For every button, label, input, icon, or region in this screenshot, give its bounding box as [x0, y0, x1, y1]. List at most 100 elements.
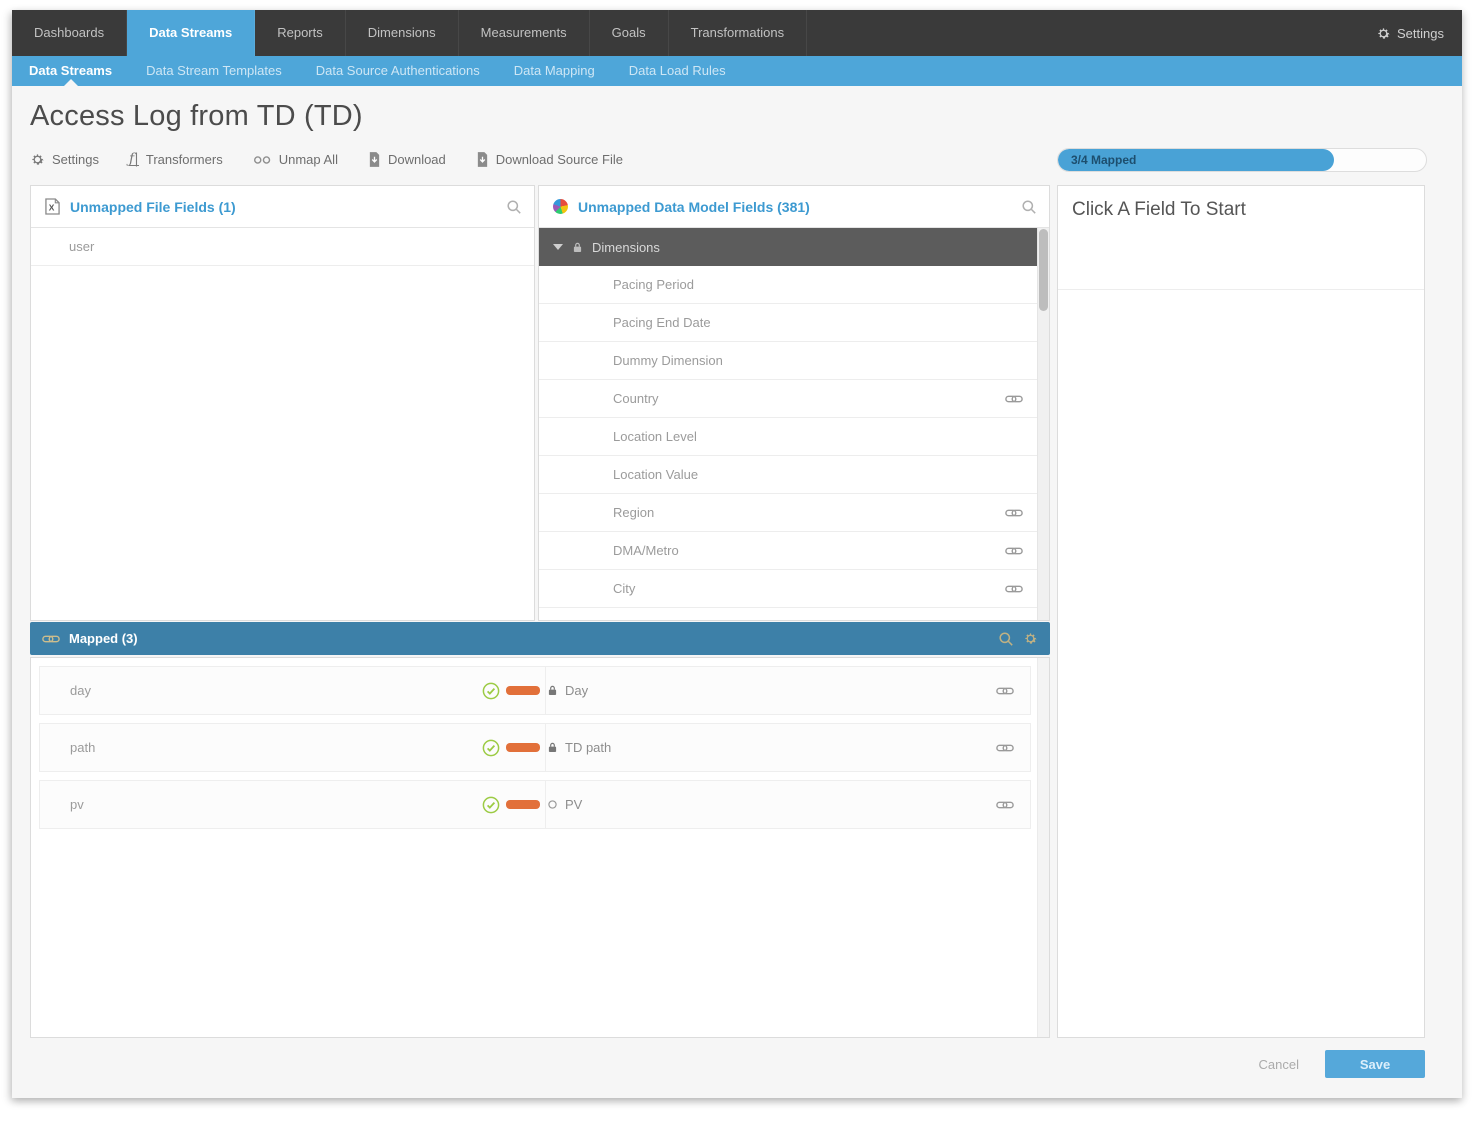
mapped-model-field: PV [565, 797, 582, 812]
inspector-title: Click A Field To Start [1058, 186, 1424, 290]
toolbar: Settings ƒ| Transformers Unmap All Downl… [30, 152, 623, 167]
active-subnav-caret [64, 79, 78, 86]
gear-icon[interactable] [1023, 631, 1038, 646]
subnav-data-source-authentications[interactable]: Data Source Authentications [299, 56, 497, 86]
model-field-row[interactable]: Pacing End Date [539, 304, 1037, 342]
mapping-connector [506, 686, 540, 695]
mapping-progress-bar: 3/4 Mapped [1057, 148, 1427, 172]
mapped-model-field: Day [565, 683, 588, 698]
model-panel-header: Unmapped Data Model Fields (381) [539, 186, 1049, 228]
mapping-connector [506, 743, 540, 752]
measurement-icon [548, 799, 557, 810]
lock-icon [548, 742, 557, 753]
collapse-triangle-icon [553, 244, 563, 250]
unmap-all-button[interactable]: Unmap All [253, 152, 338, 167]
gear-icon [30, 152, 45, 167]
check-circle-icon [482, 796, 500, 814]
link-icon[interactable] [996, 686, 1014, 696]
mapped-file-field: day [70, 683, 91, 698]
page-title: Access Log from TD (TD) [30, 100, 363, 133]
link-icon[interactable] [996, 800, 1014, 810]
link-icon[interactable] [1005, 584, 1023, 594]
mapped-section-header[interactable]: Mapped (3) [30, 622, 1050, 655]
row-divider [545, 781, 546, 828]
data-model-icon [553, 199, 568, 214]
mapped-list-scrollbar[interactable] [1037, 658, 1049, 1037]
field-inspector-panel: Click A Field To Start [1057, 185, 1425, 1038]
footer-actions: Cancel Save [1259, 1050, 1425, 1078]
search-icon[interactable] [998, 631, 1014, 647]
mapped-model-field: TD path [565, 740, 611, 755]
check-circle-icon [482, 682, 500, 700]
sub-nav: Data Streams Data Stream Templates Data … [12, 56, 1462, 86]
link-icon [42, 634, 60, 644]
search-icon[interactable] [1021, 199, 1037, 215]
model-field-row[interactable]: Pacing Period [539, 266, 1037, 304]
model-field-row[interactable]: Region [539, 494, 1037, 532]
download-icon [476, 152, 489, 167]
mapped-section-title: Mapped (3) [69, 631, 138, 646]
tab-dashboards[interactable]: Dashboards [12, 10, 127, 56]
settings-menu-label: Settings [1397, 26, 1444, 41]
tab-goals[interactable]: Goals [590, 10, 669, 56]
cancel-button[interactable]: Cancel [1259, 1057, 1299, 1072]
link-icon[interactable] [996, 743, 1014, 753]
model-field-row[interactable]: Location Level [539, 418, 1037, 456]
dimensions-group-header[interactable]: Dimensions [539, 228, 1037, 266]
mapping-progress-fill: 3/4 Mapped [1058, 149, 1334, 171]
tab-transformations[interactable]: Transformations [669, 10, 807, 56]
row-divider [545, 667, 546, 714]
scrollbar-thumb[interactable] [1039, 229, 1048, 311]
settings-menu-button[interactable]: Settings [1358, 10, 1462, 56]
subnav-data-stream-templates[interactable]: Data Stream Templates [129, 56, 299, 86]
mapped-file-field: pv [70, 797, 84, 812]
link-icon[interactable] [1005, 508, 1023, 518]
unmapped-file-fields-panel: X Unmapped File Fields (1) user [30, 185, 535, 621]
file-panel-title: Unmapped File Fields (1) [70, 199, 236, 215]
transformers-button[interactable]: ƒ| Transformers [129, 152, 223, 167]
model-field-row[interactable]: Location Value [539, 456, 1037, 494]
file-panel-header: X Unmapped File Fields (1) [31, 186, 534, 228]
link-icon[interactable] [1005, 394, 1023, 404]
subnav-data-mapping[interactable]: Data Mapping [497, 56, 612, 86]
row-divider [545, 724, 546, 771]
subnav-data-load-rules[interactable]: Data Load Rules [612, 56, 743, 86]
file-icon: X [45, 198, 60, 215]
search-icon[interactable] [506, 199, 522, 215]
model-field-row[interactable]: DMA/Metro [539, 532, 1037, 570]
mapped-file-field: path [70, 740, 95, 755]
lock-icon [548, 685, 557, 696]
download-icon [368, 152, 381, 167]
subnav-data-streams[interactable]: Data Streams [12, 56, 129, 86]
tab-dimensions[interactable]: Dimensions [346, 10, 459, 56]
stream-settings-button[interactable]: Settings [30, 152, 99, 167]
svg-text:X: X [49, 202, 55, 212]
tab-reports[interactable]: Reports [255, 10, 346, 56]
model-field-row[interactable]: City [539, 570, 1037, 608]
save-button[interactable]: Save [1325, 1050, 1425, 1078]
tab-data-streams[interactable]: Data Streams [127, 10, 255, 56]
model-field-row[interactable]: Country [539, 380, 1037, 418]
check-circle-icon [482, 739, 500, 757]
model-panel-scrollbar[interactable] [1037, 228, 1049, 620]
mapping-connector [506, 800, 540, 809]
link-icon[interactable] [1005, 546, 1023, 556]
mapping-progress-label: 3/4 Mapped [1058, 153, 1136, 167]
model-field-row[interactable]: Dummy Dimension [539, 342, 1037, 380]
lock-icon [573, 242, 582, 253]
mapped-row-pv[interactable]: pv PV [39, 780, 1031, 829]
main-content: Access Log from TD (TD) Settings ƒ| Tran… [12, 86, 1462, 1098]
file-field-row-user[interactable]: user [31, 228, 534, 266]
tab-measurements[interactable]: Measurements [459, 10, 590, 56]
unlink-icon [253, 155, 272, 165]
unmapped-data-model-fields-panel: Unmapped Data Model Fields (381) Dimensi… [538, 185, 1050, 621]
mapped-list: day Day [30, 657, 1050, 1038]
function-icon: ƒ| [129, 153, 139, 166]
top-nav: Dashboards Data Streams Reports Dimensio… [12, 10, 1462, 56]
mapped-row-day[interactable]: day Day [39, 666, 1031, 715]
model-field-list: Pacing Period Pacing End Date Dummy Dime… [539, 266, 1037, 608]
mapped-row-path[interactable]: path TD path [39, 723, 1031, 772]
gear-icon [1376, 26, 1391, 41]
download-source-file-button[interactable]: Download Source File [476, 152, 623, 167]
download-button[interactable]: Download [368, 152, 446, 167]
